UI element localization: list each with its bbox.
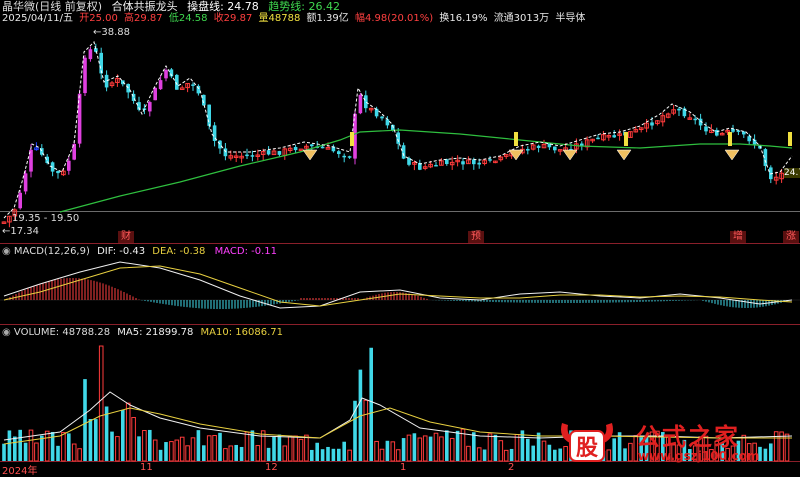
event-marker-zeng[interactable]: 增 — [730, 231, 746, 243]
dif-line — [3, 261, 793, 309]
watermark: 股 公式之家 www.gszj100.com — [556, 415, 796, 471]
signal-markers — [302, 132, 792, 161]
collapse-icon[interactable]: ◉ — [2, 246, 11, 257]
trend-line — [59, 129, 793, 213]
bull-logo-icon: 股 — [561, 423, 613, 462]
time-axis-label: 12 — [265, 462, 278, 473]
high-mark-label: ←38.88 — [93, 27, 130, 38]
macd-dif: DIF: -0.43 — [97, 246, 146, 257]
event-marker-cai[interactable]: 财 — [118, 231, 134, 243]
event-marker-yu[interactable]: 预 — [468, 231, 484, 243]
svg-text:股: 股 — [576, 436, 598, 461]
low-mark-2: ←17.34 — [2, 226, 39, 237]
time-axis-label: 1 — [400, 462, 407, 473]
macd-value: MACD: -0.11 — [214, 246, 277, 257]
volume-ma5: MA5: 21899.78 — [117, 327, 194, 338]
macd-dea: DEA: -0.38 — [152, 246, 206, 257]
macd-title-row: ◉ MACD(12,26,9) DIF: -0.43 DEA: -0.38 MA… — [2, 245, 277, 258]
macd-title[interactable]: MACD(12,26,9) — [14, 246, 90, 257]
low-mark-2-value: 17.34 — [10, 226, 40, 237]
brand-url: www.gszj100.com — [638, 449, 760, 463]
time-axis-label: 2 — [508, 462, 515, 473]
time-axis-label: 11 — [140, 462, 153, 473]
high-mark-value: 38.88 — [101, 27, 131, 38]
collapse-icon[interactable]: ◉ — [2, 327, 11, 338]
time-axis-label: 2024年 — [2, 466, 38, 477]
volume-ma10: MA10: 16086.71 — [200, 327, 283, 338]
low-mark-1: 19.35 - 19.50 — [12, 213, 80, 224]
event-marker-zhang[interactable]: 涨 — [783, 231, 799, 243]
brand-name: 公式之家 — [636, 423, 740, 451]
right-price-tag: 24.7 — [784, 168, 800, 178]
volume-title[interactable]: VOLUME: 48788.28 — [14, 327, 110, 338]
macd-histogram — [6, 278, 791, 309]
price-candles — [1, 43, 790, 228]
volume-title-row: ◉ VOLUME: 48788.28 MA5: 21899.78 MA10: 1… — [2, 326, 283, 339]
